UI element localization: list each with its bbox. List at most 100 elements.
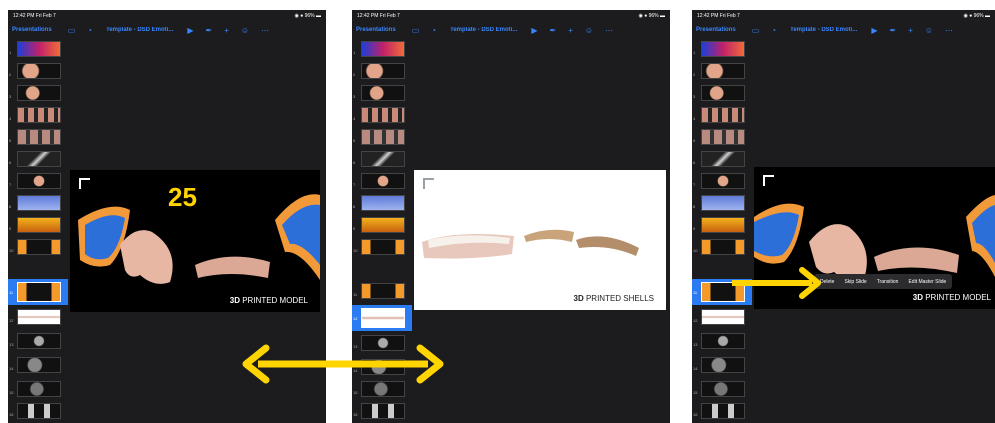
slide-thumbnail[interactable]: 5 bbox=[8, 127, 68, 147]
slide-thumbnail[interactable]: 9 bbox=[8, 215, 68, 235]
document-title[interactable]: Template - DSD Emoti... bbox=[450, 27, 517, 33]
slide-thumbnail[interactable]: 6 bbox=[352, 149, 412, 169]
slide-thumbnail[interactable]: 16 bbox=[352, 401, 412, 421]
collaborate-icon[interactable]: ☺ bbox=[585, 26, 593, 35]
format-brush-icon[interactable]: ✒ bbox=[889, 26, 896, 35]
play-icon[interactable]: ▶ bbox=[531, 26, 537, 35]
undo-history-icon[interactable]: ◔ bbox=[431, 26, 436, 35]
slide-thumbnail-selected[interactable]: 12 bbox=[352, 305, 412, 331]
slide-thumbnail[interactable]: 4 bbox=[692, 105, 752, 125]
document-title[interactable]: Template - DSD Emoti... bbox=[790, 27, 857, 33]
slide-thumbnail[interactable]: 1 bbox=[8, 39, 68, 59]
slide-thumbnail[interactable]: 2 bbox=[352, 61, 412, 81]
play-icon[interactable]: ▶ bbox=[871, 26, 877, 35]
expand-icon[interactable] bbox=[763, 175, 774, 186]
slide-thumbnail[interactable]: 4 bbox=[8, 105, 68, 125]
slide-thumbnail[interactable]: 15 bbox=[8, 379, 68, 399]
play-icon[interactable]: ▶ bbox=[187, 26, 193, 35]
slide-thumbnail[interactable]: 16 bbox=[692, 401, 752, 421]
slide-thumbnail[interactable]: 14 bbox=[8, 355, 68, 375]
caption-bold: 3D bbox=[912, 293, 923, 302]
slide-thumbnail[interactable]: 14 bbox=[692, 355, 752, 375]
slide-thumbnail[interactable]: 15 bbox=[692, 379, 752, 399]
slide-thumbnail[interactable]: 14 bbox=[352, 357, 412, 377]
menu-item-skip-slide[interactable]: Skip Slide bbox=[844, 279, 866, 285]
slide-thumbnail[interactable]: 8 bbox=[352, 193, 412, 213]
expand-icon[interactable] bbox=[79, 178, 90, 189]
slide-thumbnail[interactable]: 1 bbox=[692, 39, 752, 59]
slide-number: 12 bbox=[693, 318, 698, 323]
slide-thumbnail[interactable]: 11 bbox=[352, 281, 412, 301]
undo-history-icon[interactable]: ◔ bbox=[87, 26, 92, 35]
slide-thumbnail[interactable]: 9 bbox=[692, 215, 752, 235]
status-battery: ◉ ● 96% ▬ bbox=[963, 12, 990, 19]
slide-thumbnail[interactable]: 4 bbox=[352, 105, 412, 125]
slide-canvas[interactable]: 25 3D PRINTED MODEL bbox=[70, 170, 320, 312]
slide-canvas[interactable]: 3D PRINTED SHELLS bbox=[414, 170, 666, 310]
slide-thumbnail[interactable]: 3 bbox=[692, 83, 752, 103]
ipad-screen-right: 12:42 PM Fri Feb 7 ◉ ● 96% ▬ Presentatio… bbox=[692, 10, 995, 423]
slide-thumbnail-selected[interactable]: 11 bbox=[692, 279, 752, 305]
slide-thumbnail[interactable]: 5 bbox=[352, 127, 412, 147]
annotation-number: 25 bbox=[168, 182, 197, 212]
slide-thumbnail[interactable]: 10 bbox=[692, 237, 752, 257]
caption-rest: PRINTED MODEL bbox=[239, 296, 308, 305]
add-icon[interactable]: + bbox=[224, 26, 229, 35]
collaborate-icon[interactable]: ☺ bbox=[925, 26, 933, 35]
caption-bold: 3D bbox=[229, 296, 240, 305]
status-bar: 12:42 PM Fri Feb 7 ◉ ● 96% ▬ bbox=[692, 10, 995, 21]
slide-thumbnail[interactable]: 16 bbox=[8, 401, 68, 421]
add-icon[interactable]: + bbox=[568, 26, 573, 35]
undo-history-icon[interactable]: ◔ bbox=[771, 26, 776, 35]
slide-thumbnail[interactable]: 7 bbox=[692, 171, 752, 191]
format-brush-icon[interactable]: ✒ bbox=[205, 26, 212, 35]
slide-thumbnail[interactable]: 12 bbox=[8, 307, 68, 327]
slide-thumbnail[interactable]: 8 bbox=[8, 193, 68, 213]
presentations-button[interactable]: Presentations bbox=[356, 27, 396, 33]
slide-thumbnail[interactable]: 15 bbox=[352, 379, 412, 399]
slide-thumbnail[interactable]: 7 bbox=[352, 171, 412, 191]
format-brush-icon[interactable]: ✒ bbox=[549, 26, 556, 35]
slide-thumbnail[interactable]: 13 bbox=[692, 331, 752, 351]
slide-thumbnail[interactable]: 6 bbox=[692, 149, 752, 169]
slide-thumbnail[interactable]: 10 bbox=[8, 237, 68, 257]
sidebar-toggle-icon[interactable]: ▭ bbox=[752, 26, 760, 35]
slide-thumbnail[interactable]: 13 bbox=[8, 331, 68, 351]
slide-thumbnail[interactable]: 10 bbox=[352, 237, 412, 257]
sidebar-toggle-icon[interactable]: ▭ bbox=[68, 26, 76, 35]
slide-thumbnail[interactable]: 7 bbox=[8, 171, 68, 191]
slide-thumbnail[interactable]: 8 bbox=[692, 193, 752, 213]
menu-item-transition[interactable]: Transition bbox=[877, 279, 899, 285]
thumbnail-image bbox=[17, 151, 61, 167]
more-icon[interactable]: ⋯ bbox=[261, 26, 269, 35]
slide-thumbnail[interactable]: 13 bbox=[352, 333, 412, 353]
context-menu: Delete Skip Slide Transition Edit Master… bbox=[814, 274, 953, 289]
thumbnail-image bbox=[361, 283, 405, 299]
presentations-button[interactable]: Presentations bbox=[12, 27, 52, 33]
sidebar-toggle-icon[interactable]: ▭ bbox=[412, 26, 420, 35]
presentations-button[interactable]: Presentations bbox=[696, 27, 736, 33]
document-title[interactable]: Template - DSD Emoti... bbox=[106, 27, 173, 33]
slide-thumbnail[interactable]: 2 bbox=[692, 61, 752, 81]
add-icon[interactable]: + bbox=[908, 26, 913, 35]
slide-thumbnail[interactable]: 3 bbox=[8, 83, 68, 103]
slide-number: 1 bbox=[693, 50, 696, 55]
thumbnail-image bbox=[17, 357, 61, 373]
status-time: 12:42 PM Fri Feb 7 bbox=[697, 12, 740, 19]
slide-thumbnail[interactable]: 5 bbox=[692, 127, 752, 147]
slide-thumbnail[interactable]: 6 bbox=[8, 149, 68, 169]
slide-thumbnail[interactable]: 12 bbox=[692, 307, 752, 327]
more-icon[interactable]: ⋯ bbox=[945, 26, 953, 35]
slide-thumbnail-selected[interactable]: 11 bbox=[8, 279, 68, 305]
slide-thumbnail[interactable]: 3 bbox=[352, 83, 412, 103]
menu-item-edit-master-slide[interactable]: Edit Master Slide bbox=[908, 279, 946, 285]
slide-thumbnail[interactable]: 2 bbox=[8, 61, 68, 81]
slide-thumbnail[interactable]: 1 bbox=[352, 39, 412, 59]
thumbnail-image bbox=[17, 381, 61, 397]
slide-thumbnail[interactable]: 9 bbox=[352, 215, 412, 235]
menu-item-delete[interactable]: Delete bbox=[820, 279, 834, 285]
expand-icon[interactable] bbox=[423, 178, 434, 189]
thumbnail-image bbox=[361, 217, 405, 233]
collaborate-icon[interactable]: ☺ bbox=[241, 26, 249, 35]
more-icon[interactable]: ⋯ bbox=[605, 26, 613, 35]
